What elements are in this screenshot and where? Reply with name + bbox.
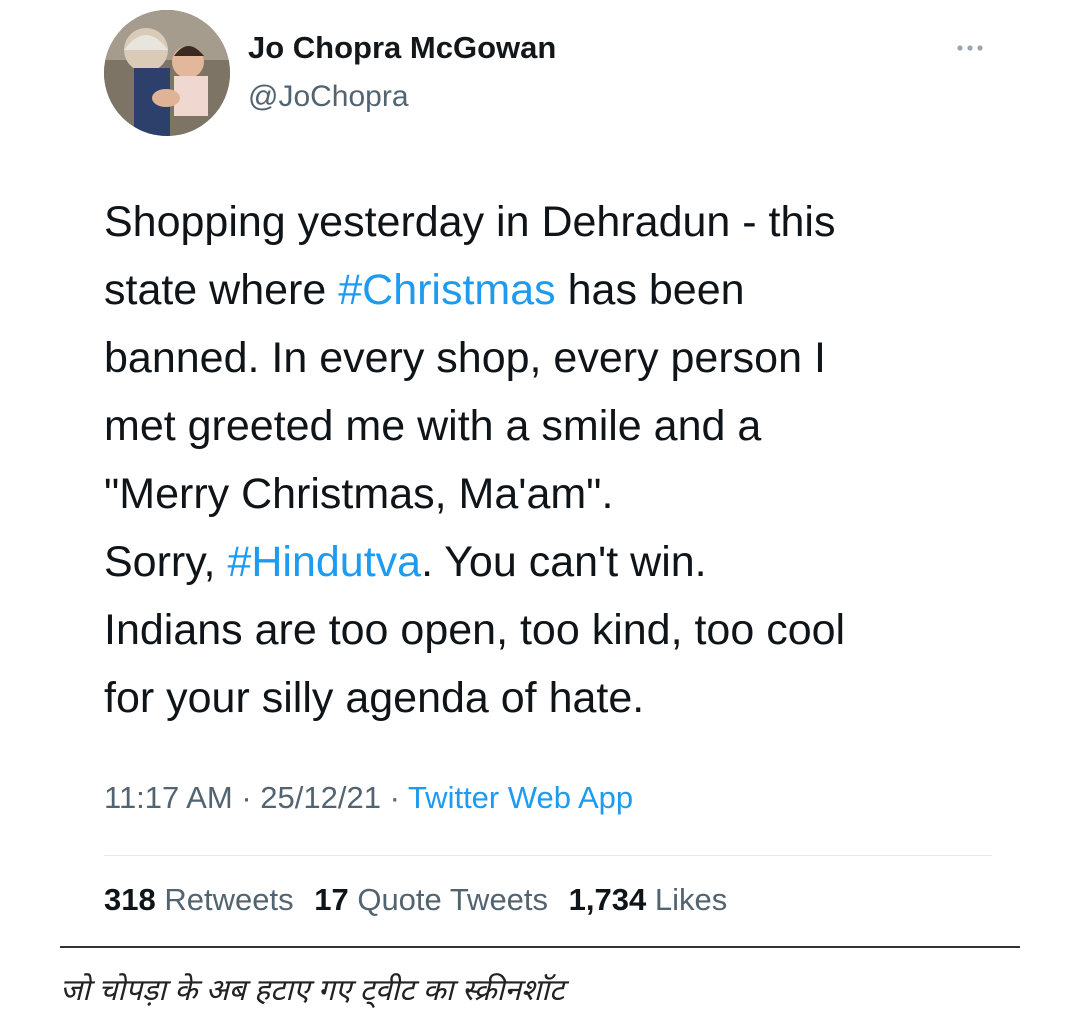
tweet-text-line: Indians are too open, too kind, too cool [104, 596, 1004, 664]
tweet-source-link[interactable]: Twitter Web App [408, 780, 633, 815]
tweet-text-segment: "Merry Christmas, Ma'am". [104, 470, 614, 518]
likes-count: 1,734 [568, 882, 647, 917]
meta-separator: · [389, 780, 400, 815]
caption-divider [60, 946, 1020, 948]
tweet-text-segment: Sorry, [104, 538, 228, 586]
tweet-text-line: Sorry, #Hindutva. You can't win. [104, 528, 1004, 596]
tweet-text-segment: banned. In every shop, every person I [104, 334, 826, 382]
tweet-text-segment: Indians are too open, too kind, too cool [104, 606, 846, 654]
tweet-text-segment: has been [555, 266, 745, 314]
quote-tweets-label: Quote Tweets [357, 882, 549, 917]
tweet-time[interactable]: 11:17 AM [104, 780, 233, 815]
quote-tweets-count: 17 [314, 882, 349, 917]
image-caption: जो चोपड़ा के अब हटाए गए ट्वीट का स्क्रीन… [60, 974, 565, 1007]
tweet-text-line: banned. In every shop, every person I [104, 324, 1004, 392]
tweet-stats: 318 Retweets 17 Quote Tweets 1,734 Likes [104, 882, 739, 918]
avatar-photo [104, 10, 230, 136]
hashtag-link[interactable]: #Christmas [338, 266, 555, 314]
meta-separator: · [241, 780, 252, 815]
likes-label: Likes [654, 882, 728, 917]
tweet-text: Shopping yesterday in Dehradun - this sta… [104, 188, 1004, 732]
tweet-date[interactable]: 25/12/21 [260, 780, 381, 815]
divider [104, 855, 992, 856]
tweet-text-segment: met greeted me with a smile and a [104, 402, 762, 450]
likes-stat[interactable]: 1,734 Likes [569, 882, 728, 917]
quote-tweets-stat[interactable]: 17 Quote Tweets [314, 882, 548, 917]
tweet-text-segment: state where [104, 266, 339, 314]
tweet-text-line: met greeted me with a smile and a [104, 392, 1004, 460]
tweet-text-line: "Merry Christmas, Ma'am". [104, 460, 1004, 528]
tweet-text-segment: . You can't win. [421, 538, 707, 586]
hashtag-link[interactable]: #Hindutva [227, 538, 421, 586]
retweets-label: Retweets [164, 882, 294, 917]
tweet-meta: 11:17 AM · 25/12/21 · Twitter Web App [104, 780, 633, 816]
more-options-icon[interactable] [950, 38, 990, 58]
tweet-text-line: Shopping yesterday in Dehradun - this [104, 188, 1004, 256]
retweets-stat[interactable]: 318 Retweets [104, 882, 294, 917]
retweets-count: 318 [104, 882, 156, 917]
author-handle[interactable]: @JoChopra [248, 80, 409, 114]
tweet-text-segment: for your silly agenda of hate. [104, 674, 645, 722]
author-display-name[interactable]: Jo Chopra McGowan [248, 30, 556, 66]
avatar[interactable] [104, 10, 230, 136]
tweet-text-line: for your silly agenda of hate. [104, 664, 1004, 732]
tweet-text-segment: Shopping yesterday in Dehradun - this [104, 198, 836, 246]
tweet-text-line: state where #Christmas has been [104, 256, 1004, 324]
